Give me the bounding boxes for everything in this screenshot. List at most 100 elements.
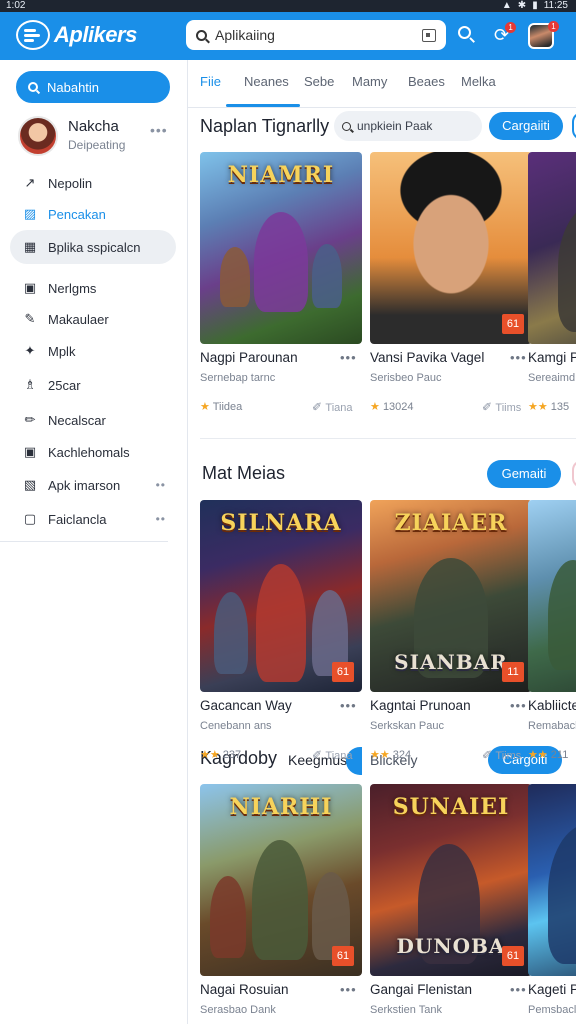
search-button-icon[interactable]: [458, 26, 471, 39]
notification-badge: 1: [505, 22, 517, 33]
avatar-badge: 1: [548, 21, 559, 32]
game-thumbnail[interactable]: SILNARA 61: [200, 500, 362, 692]
sidebar-item-label: Makaulaer: [48, 311, 109, 327]
game-thumbnail[interactable]: ZIAIAER SIANBAR 11: [370, 500, 532, 692]
game-title[interactable]: Kamgi P: [528, 350, 576, 365]
game-title[interactable]: Nagai Rosuian: [200, 982, 289, 997]
game-subtitle: Cenebann ans: [200, 720, 272, 732]
game-title[interactable]: Nagpi Parounan: [200, 350, 298, 365]
package-icon: ▧: [23, 477, 37, 492]
status-bar: 1:02 ▲ ✱ ▮ 11:25: [0, 0, 576, 12]
sidebar-item[interactable]: ▨ Pencakan: [10, 197, 176, 231]
tab-neanes[interactable]: Neanes: [244, 74, 289, 89]
game-thumbnail[interactable]: NIARHI 61: [200, 784, 362, 976]
app-logo[interactable]: Aplikers: [16, 20, 137, 50]
character-figure: [210, 876, 246, 958]
sidebar-item[interactable]: ▦ Bplika sspicalcn: [10, 230, 176, 264]
game-rating: ★ Tiidea: [200, 400, 242, 413]
game-title[interactable]: Kagntai Prunoan: [370, 698, 471, 713]
game-subtitle: Serkskan Pauc: [370, 720, 444, 732]
game-card[interactable]: NIARHI61Nagai Rosuian•••Serasbao Dank★★ …: [200, 784, 362, 1024]
grid-icon: ▦: [23, 239, 37, 254]
more-icon[interactable]: •••: [510, 982, 527, 997]
tab-file[interactable]: Fiie: [200, 74, 221, 89]
age-rating-badge: 61: [332, 946, 354, 966]
game-subtitle: Serisbeo Pauc: [370, 372, 442, 384]
game-subtitle: Sereaimd: [528, 372, 576, 384]
more-icon[interactable]: ••: [156, 512, 166, 526]
sidebar-item[interactable]: ▣ Kachlehomals: [10, 435, 176, 469]
game-thumbnail[interactable]: S: [528, 784, 576, 976]
sidebar-item[interactable]: ✏ Necalscar: [10, 403, 176, 437]
sidebar-item[interactable]: ♗ 25car: [10, 368, 176, 402]
game-title[interactable]: Vansi Pavika Vagel: [370, 350, 484, 365]
game-card[interactable]: NIAMRI Nagpi Parounan ••• Sernebap tarnc ★ T…: [200, 152, 362, 422]
game-card[interactable]: SILNARA 61 Gacancan Way ••• Cenebann ans ★★ 2…: [200, 500, 362, 770]
more-icon[interactable]: •••: [340, 350, 357, 365]
more-icon[interactable]: •••: [510, 350, 527, 365]
section-action-button[interactable]: Cargaiiti: [489, 112, 563, 140]
sidebar-item[interactable]: ▧ Apk imarson ••: [10, 468, 176, 502]
star-icon: ★★: [528, 401, 548, 413]
sidebar-item-label: Faiclancla: [48, 511, 107, 527]
more-icon[interactable]: •••: [340, 698, 357, 713]
global-search[interactable]: [186, 20, 446, 50]
sidebar-item[interactable]: ✦ Mplk: [10, 334, 176, 368]
sidebar-item-label: Nepolin: [48, 175, 93, 191]
section-extra-button[interactable]: [572, 460, 576, 488]
game-subtitle: Pemsbaclk: [528, 1004, 576, 1016]
user-profile[interactable]: Nakcha Deipeating •••: [18, 116, 178, 160]
game-rating: ★★ 324: [370, 748, 411, 761]
more-icon[interactable]: ••: [156, 478, 166, 492]
tab-mamy[interactable]: Mamy: [352, 74, 387, 89]
battery-icon: ▮: [532, 0, 538, 11]
sidebar-search-button[interactable]: Nabahtin: [16, 71, 170, 103]
user-avatar[interactable]: 1: [528, 21, 559, 49]
section-action-button[interactable]: Gemaiti: [487, 460, 561, 488]
game-thumbnail[interactable]: NIAMRI: [200, 152, 362, 344]
game-title[interactable]: Kageti P: [528, 982, 576, 997]
game-title[interactable]: Kabliicte: [528, 698, 576, 713]
tab-beaes[interactable]: Beaes: [408, 74, 445, 89]
game-thumbnail[interactable]: 61: [370, 152, 532, 344]
more-icon[interactable]: •••: [510, 698, 527, 713]
rating-value: Tiidea: [212, 401, 243, 413]
logo-icon: [16, 20, 50, 50]
notification-icon[interactable]: ⟳ 1: [494, 22, 517, 44]
thumbnail-title: NIAMRI: [227, 162, 335, 188]
game-thumbnail[interactable]: N: [528, 500, 576, 692]
tag-icon: ✐: [482, 400, 496, 414]
character-figure: [252, 840, 308, 960]
sidebar-item[interactable]: ▢ Faiclancla ••: [10, 502, 176, 536]
sidebar-item[interactable]: ✎ Makaulaer: [10, 302, 176, 336]
game-card[interactable]: SKamgi P•••Sereaimd★★ 135: [528, 152, 576, 422]
game-rating: ★ 13024: [370, 400, 414, 413]
tab-melka[interactable]: Melka: [461, 74, 496, 89]
game-card[interactable]: 61 Vansi Pavika Vagel ••• Serisbeo Pauc ★ 13…: [370, 152, 532, 422]
calendar-icon[interactable]: [422, 28, 436, 42]
game-title[interactable]: Gacancan Way: [200, 698, 292, 713]
section-extra-button[interactable]: [572, 112, 576, 140]
game-title[interactable]: Gangai Flenistan: [370, 982, 472, 997]
star-icon: ★★: [528, 749, 548, 761]
main-content: Fiie Neanes Sebe Mamy Beaes Melka Naplan…: [188, 60, 576, 1024]
profile-avatar: [18, 116, 58, 156]
thumbnail-title: SUNAIEI: [392, 794, 510, 820]
search-input[interactable]: [215, 27, 414, 43]
rating-value: 13024: [382, 401, 414, 413]
profile-subtitle: Deipeating: [68, 138, 126, 152]
game-card[interactable]: SKageti P•••Pemsbaclk★★ S97: [528, 784, 576, 1024]
game-card[interactable]: SUNAIEI DUNOBA 61 Gangai Flenistan ••• Serkst…: [370, 784, 532, 1024]
section-search[interactable]: unpkiein Paak: [334, 111, 482, 141]
lock-icon: ▣: [23, 280, 37, 295]
more-icon[interactable]: •••: [150, 122, 168, 138]
tab-sebe[interactable]: Sebe: [304, 74, 334, 89]
meta-label: Tiims: [495, 750, 522, 762]
sidebar-item[interactable]: ▣ Nerlgms: [10, 271, 176, 305]
game-card[interactable]: NKabliicte•••Remabacl★★ 211: [528, 500, 576, 770]
sidebar-item[interactable]: ↗ Nepolin: [10, 166, 176, 200]
game-card[interactable]: ZIAIAER SIANBAR 11 Kagntai Prunoan ••• Serksk…: [370, 500, 532, 770]
more-icon[interactable]: •••: [340, 982, 357, 997]
game-thumbnail[interactable]: S: [528, 152, 576, 344]
game-thumbnail[interactable]: SUNAIEI DUNOBA 61: [370, 784, 532, 976]
